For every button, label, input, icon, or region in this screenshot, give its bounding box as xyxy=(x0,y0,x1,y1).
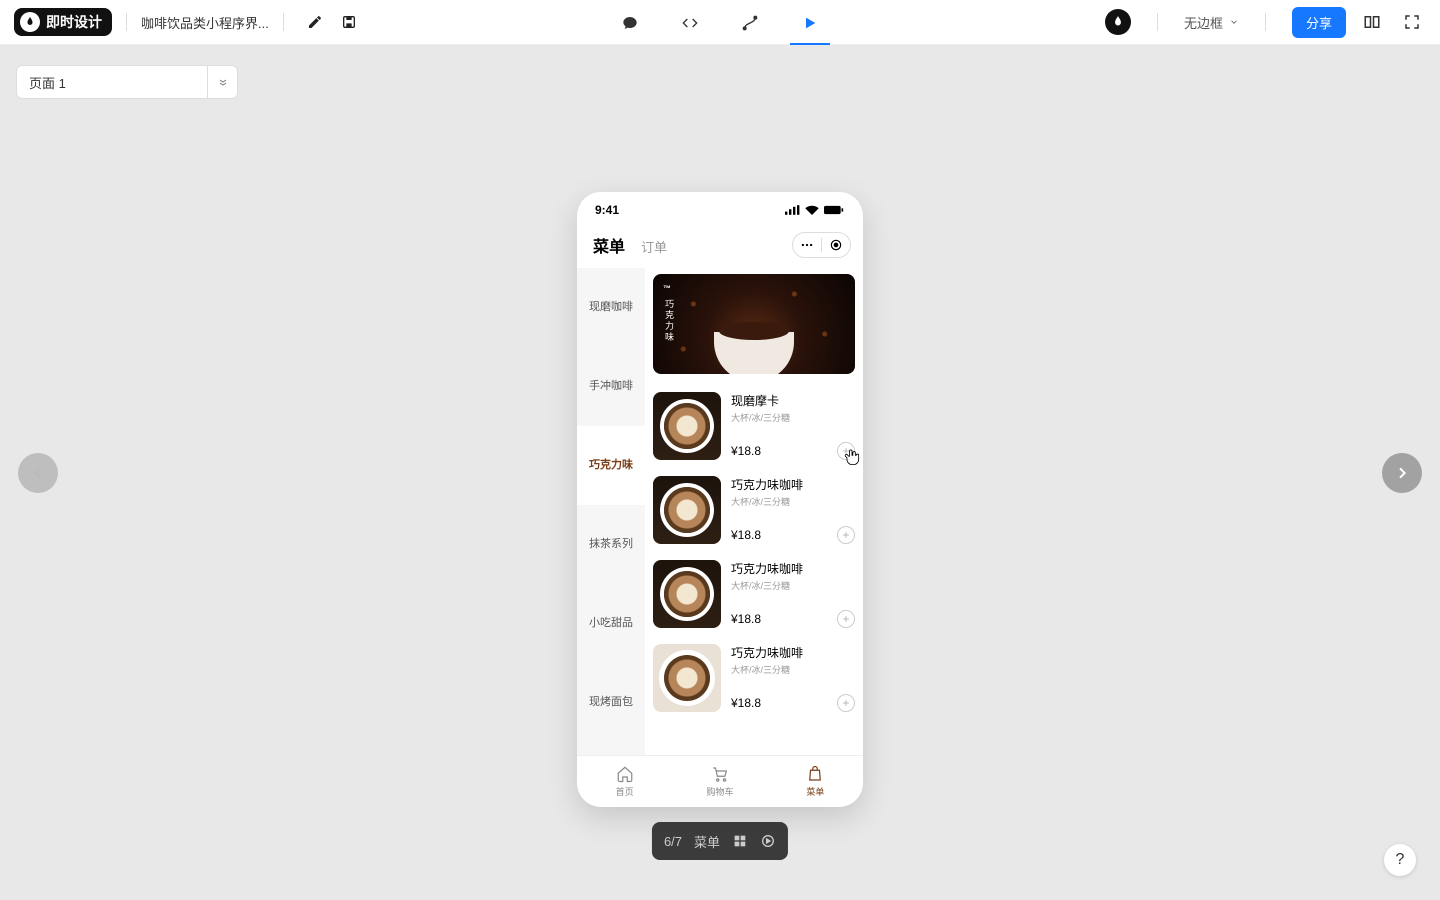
product-item[interactable]: 现磨摩卡 大杯/冰/三分糖 ¥18.8 xyxy=(653,384,855,468)
hero-brand: ™ xyxy=(663,284,676,293)
tab-menu[interactable]: 菜单 xyxy=(768,756,863,807)
category-item[interactable]: 现烤面包 xyxy=(577,663,645,742)
tab-orders[interactable]: 订单 xyxy=(641,237,667,256)
battery-icon xyxy=(823,205,845,215)
product-list[interactable]: ™ 巧克力味 现磨摩卡 大杯/冰/三分糖 ¥18.8 xyxy=(645,268,863,755)
product-item[interactable]: 巧克力味咖啡 大杯/冰/三分糖 ¥18.8 xyxy=(653,468,855,552)
file-name[interactable]: 咖啡饮品类小程序界... xyxy=(141,13,269,32)
app-header: 菜单 订单 xyxy=(577,228,863,268)
hero-banner[interactable]: ™ 巧克力味 xyxy=(653,274,855,374)
app-logo[interactable]: 即时设计 xyxy=(14,8,112,36)
divider xyxy=(283,13,284,31)
product-image xyxy=(653,560,721,628)
code-icon[interactable] xyxy=(670,0,710,45)
chevron-down-icon[interactable] xyxy=(207,66,237,98)
chevron-down-icon xyxy=(1229,17,1239,27)
product-image xyxy=(653,392,721,460)
next-frame-button[interactable] xyxy=(1382,453,1422,493)
product-price: ¥18.8 xyxy=(731,696,761,710)
product-image xyxy=(653,644,721,712)
product-item[interactable]: 巧克力味咖啡 大杯/冰/三分糖 ¥18.8 xyxy=(653,552,855,636)
category-item[interactable]: 小吃甜品 xyxy=(577,584,645,663)
grid-view-icon[interactable] xyxy=(732,833,748,849)
plus-icon xyxy=(841,614,851,624)
plus-icon xyxy=(841,698,851,708)
tab-home[interactable]: 首页 xyxy=(577,756,672,807)
hero-vertical-text: 巧克力味 xyxy=(663,299,676,343)
bottom-tabbar: 首页 购物车 菜单 xyxy=(577,755,863,807)
tab-label: 首页 xyxy=(616,785,634,798)
bag-icon xyxy=(806,765,824,783)
frame-name: 菜单 xyxy=(694,832,720,851)
phone-status-bar: 9:41 xyxy=(577,192,863,228)
edit-icon[interactable] xyxy=(298,5,332,39)
category-item[interactable]: 巧克力味 xyxy=(577,426,645,505)
product-image xyxy=(653,476,721,544)
panel-toggle-icon[interactable] xyxy=(1358,8,1386,36)
product-subtitle: 大杯/冰/三分糖 xyxy=(731,495,855,508)
page-selector[interactable]: 页面 1 xyxy=(16,65,238,99)
tab-label: 菜单 xyxy=(806,785,824,798)
product-name: 巧克力味咖啡 xyxy=(731,476,855,493)
phone-preview: 9:41 菜单 订单 xyxy=(577,192,863,807)
product-name: 巧克力味咖啡 xyxy=(731,644,855,661)
divider xyxy=(126,13,127,31)
product-price: ¥18.8 xyxy=(731,612,761,626)
save-icon[interactable] xyxy=(332,5,366,39)
frame-mode-selector[interactable]: 无边框 xyxy=(1184,13,1239,32)
product-name: 现磨摩卡 xyxy=(731,392,855,409)
category-sidebar: 现磨咖啡 手冲咖啡 巧克力味 抹茶系列 小吃甜品 现烤面包 xyxy=(577,268,645,755)
user-avatar-icon[interactable] xyxy=(1105,9,1131,35)
share-button[interactable]: 分享 xyxy=(1292,7,1346,38)
flow-icon[interactable] xyxy=(730,0,770,45)
add-to-cart-button[interactable] xyxy=(837,442,855,460)
help-button[interactable]: ? xyxy=(1384,844,1416,876)
app-body: 现磨咖啡 手冲咖啡 巧克力味 抹茶系列 小吃甜品 现烤面包 ™ 巧克力味 xyxy=(577,268,863,755)
plus-icon xyxy=(841,530,851,540)
page-selector-label: 页面 1 xyxy=(29,73,66,92)
logo-flame-icon xyxy=(20,12,40,32)
tab-label: 购物车 xyxy=(706,785,733,798)
prev-frame-button[interactable] xyxy=(18,453,58,493)
tab-menu[interactable]: 菜单 xyxy=(593,233,625,257)
preview-canvas: 页面 1 9:41 菜单 订单 xyxy=(0,45,1440,900)
product-item[interactable]: 巧克力味咖啡 大杯/冰/三分糖 ¥18.8 xyxy=(653,636,855,720)
comment-icon[interactable] xyxy=(610,0,650,45)
top-right-tools: 无边框 分享 xyxy=(1105,7,1426,38)
product-subtitle: 大杯/冰/三分糖 xyxy=(731,663,855,676)
category-item[interactable]: 抹茶系列 xyxy=(577,505,645,584)
frame-mode-label: 无边框 xyxy=(1184,13,1223,32)
restart-icon[interactable] xyxy=(760,833,776,849)
top-center-tools xyxy=(610,0,830,45)
product-price: ¥18.8 xyxy=(731,528,761,542)
tab-cart[interactable]: 购物车 xyxy=(672,756,767,807)
play-icon[interactable] xyxy=(790,0,830,45)
more-icon[interactable] xyxy=(793,238,821,252)
close-target-icon[interactable] xyxy=(822,238,850,252)
playback-bar: 6/7 菜单 xyxy=(652,822,788,860)
app-topbar: 即时设计 咖啡饮品类小程序界... 无边框 分享 xyxy=(0,0,1440,45)
wifi-icon xyxy=(805,205,819,215)
app-name: 即时设计 xyxy=(46,12,102,32)
fullscreen-icon[interactable] xyxy=(1398,8,1426,36)
divider xyxy=(1157,13,1158,31)
home-icon xyxy=(616,765,634,783)
divider xyxy=(1265,13,1266,31)
product-subtitle: 大杯/冰/三分糖 xyxy=(731,579,855,592)
product-price: ¥18.8 xyxy=(731,444,761,458)
category-item[interactable]: 手冲咖啡 xyxy=(577,347,645,426)
status-time: 9:41 xyxy=(595,203,619,217)
product-subtitle: 大杯/冰/三分糖 xyxy=(731,411,855,424)
category-item[interactable]: 现磨咖啡 xyxy=(577,268,645,347)
miniapp-capsule xyxy=(792,232,851,258)
signal-icon xyxy=(785,205,801,215)
cart-icon xyxy=(711,765,729,783)
add-to-cart-button[interactable] xyxy=(837,610,855,628)
add-to-cart-button[interactable] xyxy=(837,694,855,712)
add-to-cart-button[interactable] xyxy=(837,526,855,544)
frame-counter: 6/7 xyxy=(664,834,682,849)
plus-icon xyxy=(841,446,851,456)
product-name: 巧克力味咖啡 xyxy=(731,560,855,577)
